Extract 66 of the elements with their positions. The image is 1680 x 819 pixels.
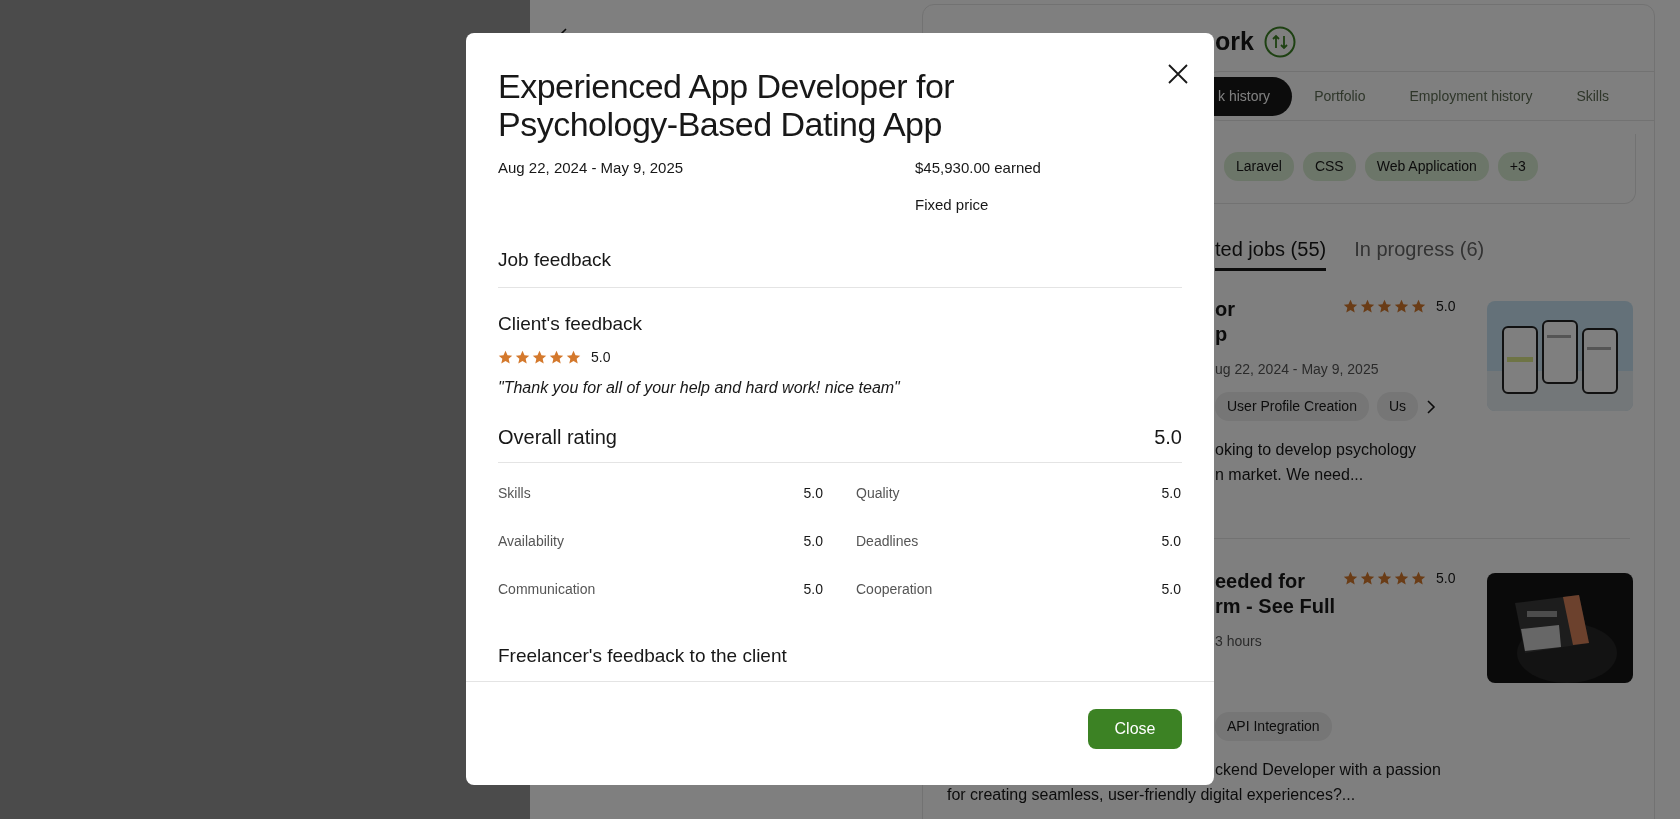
rating-value: 5.0 — [803, 580, 823, 599]
job-title[interactable]: p — [1215, 322, 1343, 347]
rating-category: Cooperation — [856, 580, 933, 599]
rating-value: 5.0 — [591, 347, 611, 367]
star-icon — [1343, 298, 1358, 314]
rating-value: 5.0 — [1161, 484, 1181, 503]
feedback-comment: "Thank you for all of your help and hard work! nice team" — [498, 378, 902, 398]
contract-type: Fixed price — [915, 194, 990, 215]
overall-rating-label: Overall rating — [498, 425, 617, 450]
chevron-right-icon[interactable] — [1426, 398, 1437, 415]
profile-tab[interactable]: Skills — [1554, 76, 1632, 116]
rating-value: 5.0 — [1436, 296, 1456, 316]
profile-tab[interactable]: Portfolio — [1292, 76, 1388, 116]
star-icon — [1394, 570, 1409, 586]
skill-tag: +3 — [1497, 152, 1538, 181]
profile-tab[interactable]: Employment history — [1387, 76, 1555, 116]
star-icon — [1377, 298, 1392, 314]
job-description: oking to develop psychology — [1215, 440, 1418, 460]
star-icon — [532, 349, 547, 365]
star-icon — [1343, 570, 1358, 586]
sort-icon[interactable] — [1263, 26, 1296, 58]
star-icon — [1411, 298, 1426, 314]
rating-value: 5.0 — [1161, 580, 1181, 599]
rating-category: Availability — [498, 532, 564, 551]
earned-amount: $45,930.00 earned — [915, 158, 1041, 178]
star-icon — [549, 349, 564, 365]
skill-tag: Laravel — [1224, 152, 1294, 181]
close-button[interactable]: Close — [1088, 708, 1182, 749]
star-icon — [1360, 570, 1375, 586]
rating-value: 5.0 — [803, 532, 823, 551]
star-icon — [1360, 298, 1375, 314]
skill-tag: User Profile Creation — [1215, 392, 1369, 421]
star-icon — [566, 349, 581, 365]
job-description: n market. We need... — [1215, 465, 1365, 485]
star-icon — [1377, 570, 1392, 586]
job-description: ckend Developer with a passion — [1215, 760, 1442, 780]
job-description: for creating seamless, user-friendly digital experiences?... — [947, 785, 1357, 805]
job-tab[interactable]: In progress (6) — [1354, 234, 1485, 271]
job-title[interactable]: rm - See Full — [1215, 594, 1343, 619]
job-meta: ug 22, 2024 - May 9, 2025 — [1215, 360, 1380, 379]
job-title[interactable]: or — [1215, 297, 1343, 322]
skill-tag: API Integration — [1215, 712, 1332, 741]
section-heading: ork — [1215, 26, 1254, 58]
star-icon — [1394, 298, 1409, 314]
rating-value: 5.0 — [1436, 568, 1456, 588]
close-icon[interactable] — [1166, 61, 1190, 85]
skill-tag: Web Application — [1364, 152, 1489, 181]
dialog-title: Experienced App Developer for Psychology-Based Dating App — [498, 67, 956, 143]
star-icon — [498, 349, 513, 365]
job-title[interactable]: eeded for — [1215, 569, 1343, 594]
rating-category: Communication — [498, 580, 596, 599]
skill-tag: CSS — [1302, 152, 1356, 181]
skill-tag: Us — [1376, 392, 1419, 421]
star-icon — [1411, 570, 1426, 586]
section-heading: Job feedback — [498, 248, 613, 272]
star-icon — [515, 349, 530, 365]
feedback-heading: Freelancer's feedback to the client — [498, 644, 788, 668]
rating-value: 5.0 — [1161, 532, 1181, 551]
job-meta: 3 hours — [1215, 632, 1263, 651]
rating-category: Skills — [498, 484, 531, 503]
overall-rating-value: 5.0 — [1154, 425, 1182, 450]
rating-value: 5.0 — [803, 484, 823, 503]
rating-category: Quality — [856, 484, 900, 503]
rating-category: Deadlines — [856, 532, 919, 551]
contract-dates: Aug 22, 2024 - May 9, 2025 — [498, 158, 685, 178]
feedback-heading: Client's feedback — [498, 311, 644, 336]
